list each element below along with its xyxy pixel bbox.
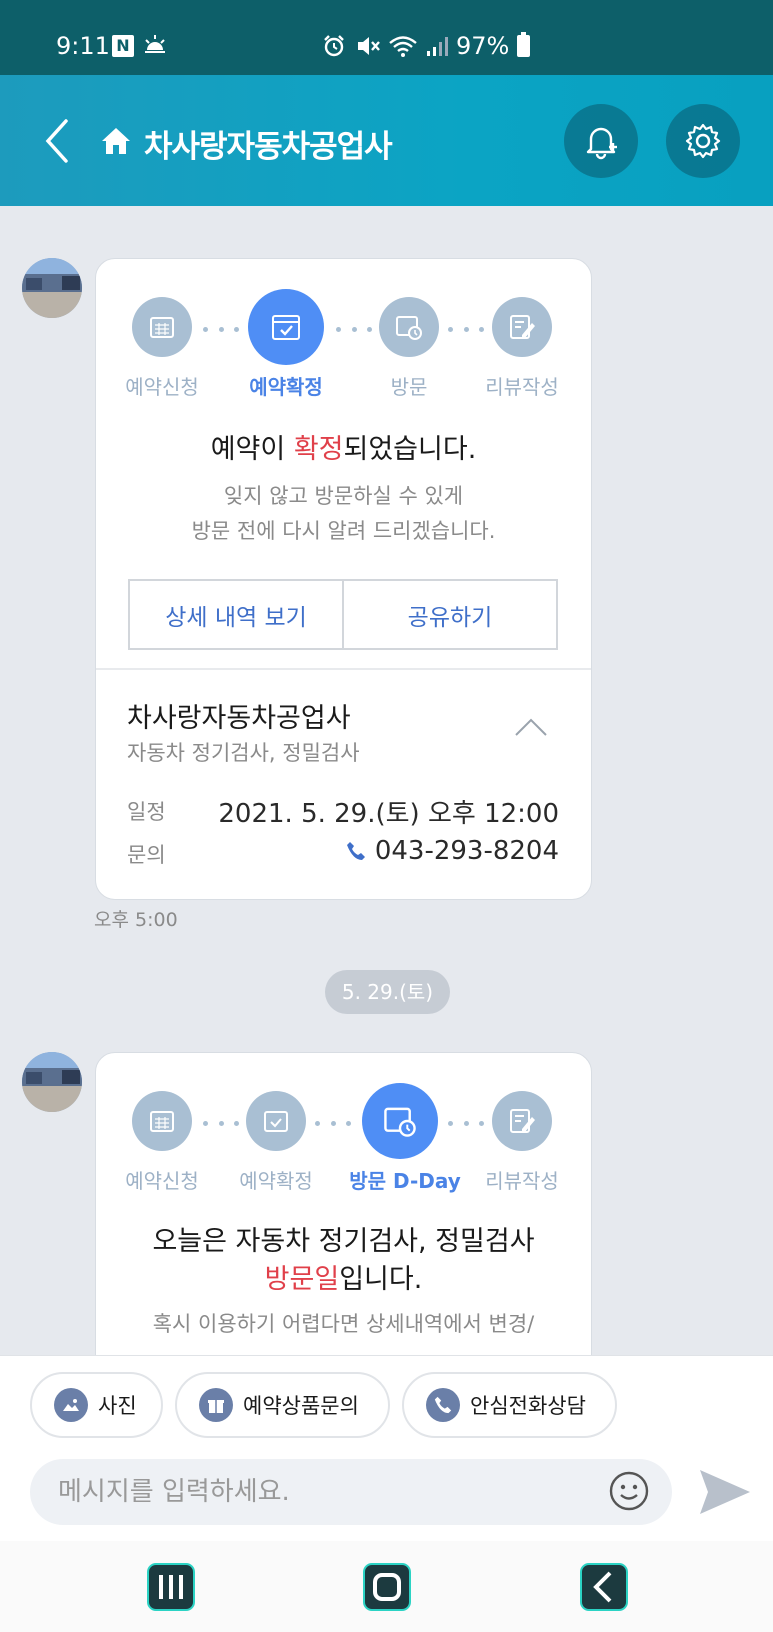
bell-plus-icon xyxy=(586,127,617,160)
emoji-icon[interactable] xyxy=(608,1470,650,1512)
signal-icon xyxy=(427,37,448,56)
step-confirm-circle xyxy=(248,289,324,365)
edit-note-icon xyxy=(510,315,535,339)
shop-name: 차사랑자동차공업사 xyxy=(127,703,351,734)
shop-photo-icon xyxy=(22,258,82,318)
step-dots xyxy=(448,327,484,332)
step-label-confirm: 예약확정 xyxy=(239,1169,313,1193)
photo-label: 사진 xyxy=(98,1394,137,1418)
edit-note-icon xyxy=(510,1109,535,1133)
schedule-value: 2021. 5. 29.(토) 오후 12:00 xyxy=(218,799,559,829)
phone-icon xyxy=(346,842,365,860)
battery-icon xyxy=(517,32,531,57)
naver-notification-icon: N xyxy=(112,35,134,57)
image-icon xyxy=(54,1388,88,1422)
view-details-button[interactable]: 상세 내역 보기 xyxy=(130,581,342,648)
status-bar: 9:11 N 97% xyxy=(0,0,773,75)
shop-photo-icon xyxy=(22,1052,82,1112)
phone-icon xyxy=(426,1388,460,1422)
weather-icon xyxy=(145,35,165,53)
wifi-icon xyxy=(389,36,417,57)
settings-button[interactable] xyxy=(666,104,740,178)
step-dots xyxy=(448,1121,484,1126)
back-nav-icon[interactable] xyxy=(578,1561,630,1613)
product-inquiry-button[interactable]: 예약상품문의 xyxy=(175,1372,390,1438)
calendar-icon xyxy=(150,1111,174,1132)
calendar-clock-icon xyxy=(396,316,422,340)
page-title: 차사랑자동차공업사 xyxy=(144,129,393,165)
reminder-text: 잊지 않고 방문하실 수 있게 방문 전에 다시 알려 드리겠습니다. xyxy=(191,484,496,543)
status-time: 9:11 xyxy=(56,32,110,60)
safe-call-button[interactable]: 안심전화상담 xyxy=(402,1372,617,1438)
step-confirm-circle xyxy=(246,1091,306,1151)
vibrate-mute-icon xyxy=(358,37,380,55)
app-header: 차사랑자동차공업사 xyxy=(0,75,773,206)
step-dots xyxy=(336,327,372,332)
confirm-message: 예약이 확정되었습니다. xyxy=(210,434,477,465)
step-label-confirm: 예약확정 xyxy=(249,375,323,399)
card-actions: 상세 내역 보기 공유하기 xyxy=(128,579,558,650)
step-label-review: 리뷰작성 xyxy=(485,375,559,399)
message-input[interactable] xyxy=(30,1459,672,1525)
date-separator: 5. 29.(토) xyxy=(325,970,450,1014)
calendar-check-icon xyxy=(272,315,300,340)
step-label-visit: 방문 xyxy=(390,375,428,399)
shop-avatar[interactable] xyxy=(22,1052,82,1112)
home-nav-icon[interactable] xyxy=(361,1561,413,1613)
back-arrow-icon[interactable] xyxy=(38,115,78,167)
step-visit-circle xyxy=(362,1083,438,1159)
calendar-icon xyxy=(150,317,174,338)
step-dots xyxy=(315,1121,351,1126)
reservation-confirmed-card: 예약신청 예약확정 방문 리뷰작성 예약이 확정되었습니다. 잊지 않고 방문하… xyxy=(95,258,592,900)
schedule-label: 일정 xyxy=(127,800,166,824)
contact-label: 문의 xyxy=(127,843,166,867)
message-time: 오후 5:00 xyxy=(94,909,178,931)
calendar-check-icon xyxy=(264,1111,288,1132)
contact-phone[interactable]: 043-293-8204 xyxy=(345,836,559,866)
visit-day-card: 예약신청 예약확정 방문 D-Day 리뷰작성 오늘은 자동차 정기검사, 정밀… xyxy=(95,1052,592,1392)
product-inquiry-label: 예약상품문의 xyxy=(243,1394,359,1418)
step-label-request: 예약신청 xyxy=(125,375,199,399)
battery-percent: 97% xyxy=(456,32,510,60)
divider xyxy=(96,668,591,670)
calendar-clock-icon xyxy=(384,1107,416,1137)
step-dots xyxy=(203,1121,239,1126)
chat-input-panel: 사진 예약상품문의 안심전화상담 xyxy=(0,1355,773,1541)
notification-add-button[interactable] xyxy=(564,104,638,178)
shop-services: 자동차 정기검사, 정밀검사 xyxy=(127,741,360,765)
step-review-circle xyxy=(492,1091,552,1151)
step-visit-circle xyxy=(379,297,439,357)
share-button[interactable]: 공유하기 xyxy=(342,581,556,648)
chevron-up-icon[interactable] xyxy=(514,717,548,737)
safe-call-label: 안심전화상담 xyxy=(470,1394,586,1418)
photo-button[interactable]: 사진 xyxy=(30,1372,163,1438)
change-notice-text: 혹시 이용하기 어렵다면 상세내역에서 변경/ xyxy=(152,1312,535,1336)
step-label-visit-dday: 방문 D-Day xyxy=(349,1169,461,1193)
gift-icon xyxy=(199,1388,233,1422)
home-icon xyxy=(102,128,130,154)
send-icon[interactable] xyxy=(698,1466,752,1518)
system-nav-bar xyxy=(0,1541,773,1632)
step-request-circle xyxy=(132,1091,192,1151)
step-review-circle xyxy=(492,297,552,357)
step-label-request: 예약신청 xyxy=(125,1169,199,1193)
recent-apps-icon[interactable] xyxy=(145,1561,197,1613)
alarm-icon xyxy=(324,35,344,57)
step-label-review: 리뷰작성 xyxy=(485,1169,559,1193)
step-request-circle xyxy=(132,297,192,357)
step-dots xyxy=(203,327,239,332)
shop-avatar[interactable] xyxy=(22,258,82,318)
phone-number[interactable]: 043-293-8204 xyxy=(375,836,559,866)
visit-message: 오늘은 자동차 정기검사, 정밀검사 방문일입니다. xyxy=(152,1226,535,1295)
gear-icon xyxy=(685,123,721,159)
